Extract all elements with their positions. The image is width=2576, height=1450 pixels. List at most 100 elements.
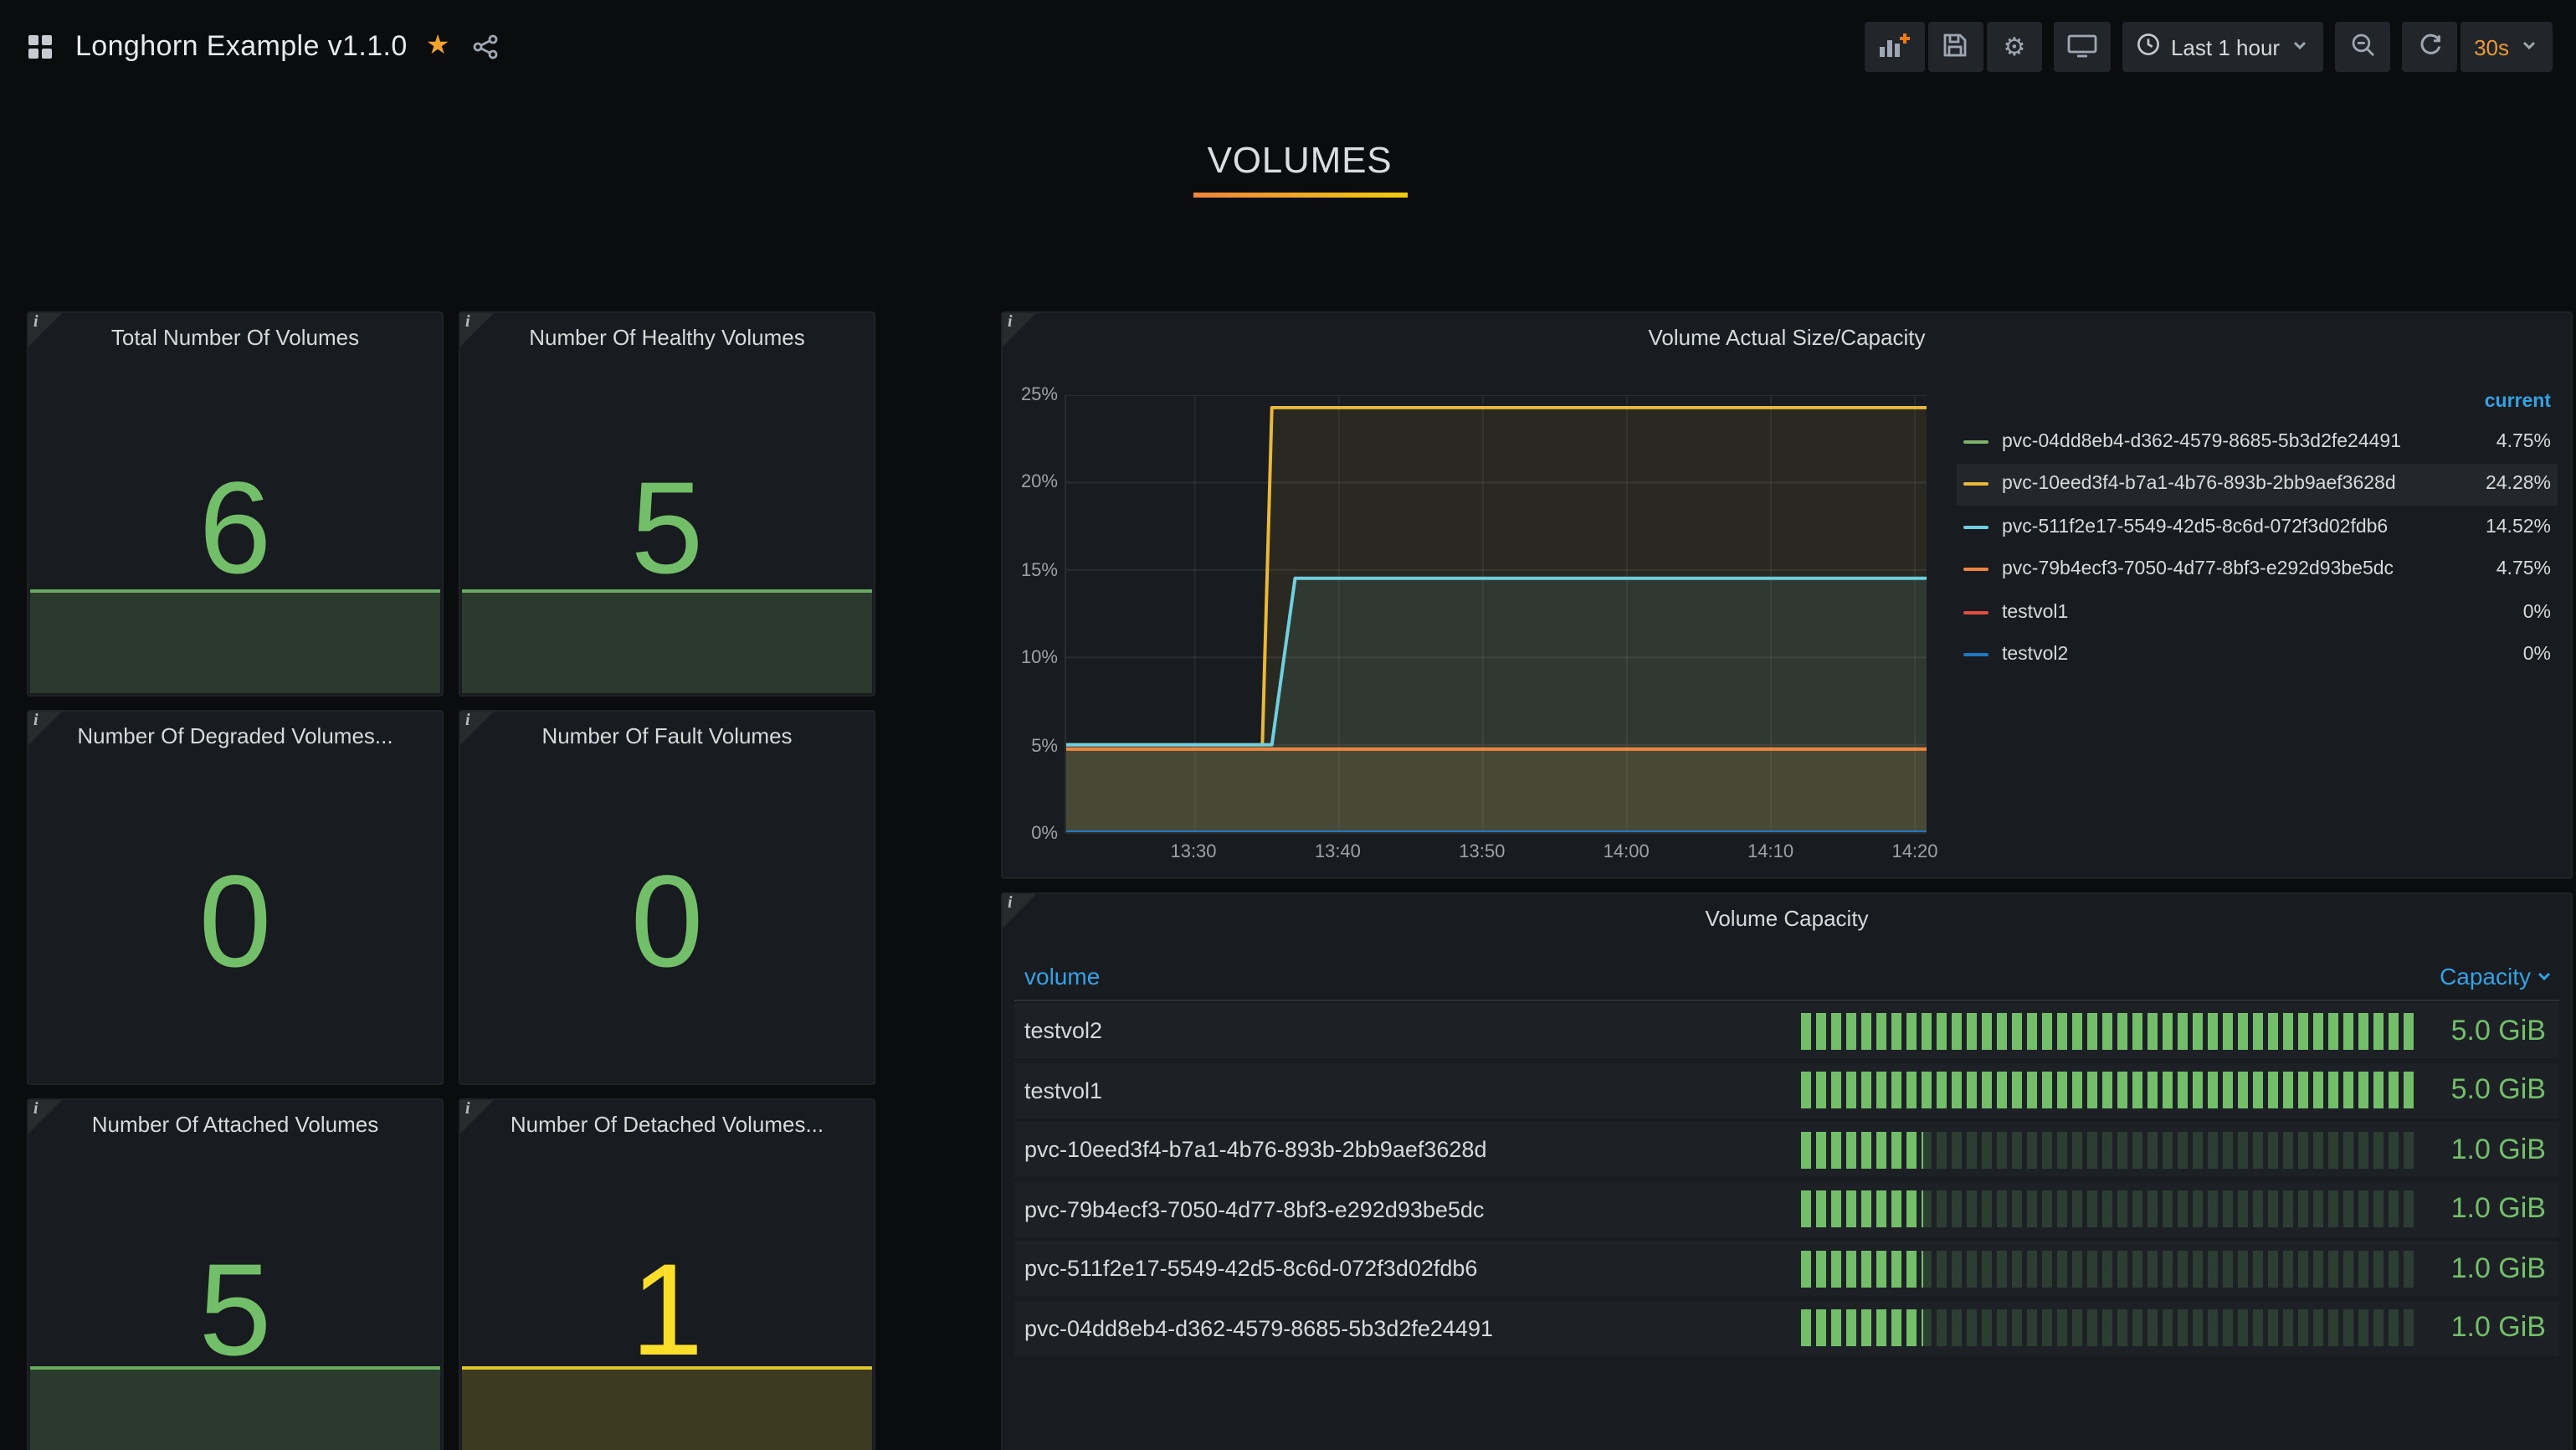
legend-series-name[interactable]: pvc-10eed3f4-b7a1-4b76-893b-2bb9aef3628d	[2002, 475, 2396, 495]
legend-row: pvc-04dd8eb4-d362-4579-8685-5b3d2fe24491…	[1957, 420, 2558, 463]
refresh-interval-label: 30s	[2474, 34, 2509, 59]
table-row: testvol2 5.0 GiB	[1014, 1003, 2559, 1058]
apps-grid-icon[interactable]	[23, 30, 57, 64]
panel-title[interactable]: Number Of Healthy Volumes	[460, 313, 874, 360]
share-dashboard-icon[interactable]	[468, 30, 501, 64]
stat-panel-degraded-volumes: i Number Of Degraded Volumes... 0	[27, 710, 444, 1085]
panel-title[interactable]: Total Number Of Volumes	[28, 313, 442, 360]
capacity-value-cell: 5.0 GiB	[2414, 1073, 2559, 1107]
table-body: testvol25.0 GiBtestvol15.0 GiBpvc-10eed3…	[1014, 1003, 2559, 1360]
capacity-value-cell: 5.0 GiB	[2414, 1014, 2559, 1047]
legend-current-column-header[interactable]: current	[1957, 383, 2558, 420]
panel-title[interactable]: Volume Capacity	[1003, 894, 2571, 941]
legend-current-value: 4.75%	[2480, 432, 2551, 452]
y-axis-tick-label: 5%	[1006, 736, 1058, 756]
legend-series-name[interactable]: testvol2	[2002, 645, 2068, 666]
series-color-icon	[1963, 440, 1988, 444]
table-header-row: volume Capacity	[1014, 953, 2559, 1001]
stat-panel-attached-volumes: i Number Of Attached Volumes 5	[27, 1098, 444, 1450]
legend-current-value: 24.28%	[2469, 475, 2551, 495]
panel-title[interactable]: Number Of Degraded Volumes...	[28, 712, 442, 758]
table-row: pvc-04dd8eb4-d362-4579-8685-5b3d2fe24491…	[1014, 1300, 2559, 1355]
capacity-led-gauge-fill	[1801, 1250, 1923, 1287]
capacity-value-cell: 1.0 GiB	[2414, 1252, 2559, 1285]
legend-series-name[interactable]: testvol1	[2002, 603, 2068, 623]
time-range-picker[interactable]: Last 1 hour	[2122, 22, 2323, 72]
legend-series-name[interactable]: pvc-511f2e17-5549-42d5-8c6d-072f3d02fdb6	[2002, 517, 2388, 537]
add-panel-button[interactable]	[1865, 22, 1925, 72]
save-dashboard-icon	[1942, 31, 1969, 63]
zoom-out-time-button[interactable]	[2335, 22, 2390, 72]
dashboard-settings-button[interactable]: ⚙	[1987, 22, 2042, 72]
panel-title[interactable]: Number Of Fault Volumes	[460, 712, 874, 758]
save-dashboard-button[interactable]	[1928, 22, 1983, 72]
volume-name-cell: testvol2	[1014, 1018, 1801, 1043]
y-axis-tick-label: 0%	[1006, 824, 1058, 844]
legend-current-value: 0%	[2507, 603, 2551, 623]
panel-info-icon[interactable]: i	[1003, 313, 1036, 347]
cycle-view-mode-button[interactable]	[2054, 22, 2111, 72]
refresh-group: 30s	[2402, 22, 2553, 72]
stat-panel-fault-volumes: i Number Of Fault Volumes 0	[459, 710, 875, 1085]
legend-series-name[interactable]: pvc-04dd8eb4-d362-4579-8685-5b3d2fe24491	[2002, 432, 2401, 452]
section-heading-volumes: VOLUMES	[27, 139, 2573, 183]
x-axis-tick-label: 14:00	[1584, 842, 1668, 862]
table-row: pvc-10eed3f4-b7a1-4b76-893b-2bb9aef3628d…	[1014, 1122, 2559, 1177]
stat-sparkline	[30, 1366, 440, 1450]
panel-info-icon[interactable]: i	[460, 313, 494, 347]
chevron-down-icon	[2290, 34, 2310, 59]
series-color-icon	[1963, 483, 1988, 486]
panel-volume-actual-size-capacity: i Volume Actual Size/Capacity current pv…	[1001, 311, 2573, 879]
legend-row: pvc-79b4ecf3-7050-4d77-8bf3-e292d93be5dc…	[1957, 548, 2558, 591]
dashboard-actions-group: ⚙	[1865, 22, 2042, 72]
panel-title[interactable]: Number Of Detached Volumes...	[460, 1100, 874, 1147]
stat-panel-detached-volumes: i Number Of Detached Volumes... 1	[459, 1098, 875, 1450]
panel-info-icon[interactable]: i	[460, 1100, 494, 1134]
capacity-led-gauge	[1801, 1072, 2414, 1108]
stat-panels-grid: i Total Number Of Volumes 6 i Number Of …	[27, 311, 875, 1450]
capacity-value-cell: 1.0 GiB	[2414, 1192, 2559, 1226]
refresh-interval-picker[interactable]: 30s	[2461, 22, 2553, 72]
capacity-led-gauge	[1801, 1131, 2414, 1168]
legend-rows: pvc-04dd8eb4-d362-4579-8685-5b3d2fe24491…	[1957, 420, 2558, 676]
panel-volume-capacity: i Volume Capacity volume Capacity testvo…	[1001, 892, 2573, 1450]
stat-sparkline	[30, 589, 440, 693]
legend-row: testvol20%	[1957, 634, 2558, 676]
panel-info-icon[interactable]: i	[460, 712, 494, 745]
panel-info-icon[interactable]: i	[28, 712, 62, 745]
stat-sparkline	[462, 589, 872, 693]
refresh-icon	[2416, 31, 2443, 63]
grafana-dashboard: Longhorn Example v1.1.0 ★ ⚙	[0, 0, 2576, 1450]
capacity-value-cell: 1.0 GiB	[2414, 1133, 2559, 1166]
capacity-led-gauge	[1801, 1190, 2414, 1227]
y-axis-tick-label: 20%	[1006, 473, 1058, 493]
legend-series-name[interactable]: pvc-79b4ecf3-7050-4d77-8bf3-e292d93be5dc	[2002, 560, 2394, 580]
chevron-down-icon	[2519, 34, 2539, 59]
refresh-button[interactable]	[2402, 22, 2457, 72]
time-range-label: Last 1 hour	[2171, 34, 2280, 59]
panel-title[interactable]: Number Of Attached Volumes	[28, 1100, 442, 1147]
x-axis-tick-label: 13:40	[1296, 842, 1379, 862]
x-axis-tick-label: 13:50	[1440, 842, 1524, 862]
stat-panel-total-volumes: i Total Number Of Volumes 6	[27, 311, 444, 697]
zoom-out-icon	[2349, 31, 2376, 63]
panel-info-icon[interactable]: i	[28, 313, 62, 347]
stat-value: 0	[460, 758, 874, 1083]
column-header-capacity[interactable]: Capacity	[2440, 963, 2559, 990]
legend-row: testvol1 0%	[1957, 591, 2558, 634]
panel-info-icon[interactable]: i	[1003, 894, 1036, 928]
gear-icon: ⚙	[2004, 34, 2026, 59]
y-axis-tick-label: 15%	[1006, 561, 1058, 581]
x-axis-tick-label: 14:10	[1729, 842, 1813, 862]
favorite-star-icon[interactable]: ★	[426, 33, 450, 60]
column-header-volume[interactable]: volume	[1014, 963, 1100, 990]
panel-info-icon[interactable]: i	[28, 1100, 62, 1134]
volume-name-cell: pvc-04dd8eb4-d362-4579-8685-5b3d2fe24491	[1014, 1315, 1801, 1340]
stat-panel-healthy-volumes: i Number Of Healthy Volumes 5	[459, 311, 875, 697]
panel-title[interactable]: Volume Actual Size/Capacity	[1003, 313, 2571, 360]
volume-name-cell: pvc-511f2e17-5549-42d5-8c6d-072f3d02fdb6	[1014, 1256, 1801, 1281]
capacity-value-cell: 1.0 GiB	[2414, 1311, 2559, 1345]
sort-desc-chevron-icon	[2536, 963, 2553, 990]
time-series-plot-area[interactable]	[1065, 395, 1927, 834]
legend-row: pvc-511f2e17-5549-42d5-8c6d-072f3d02fdb6…	[1957, 506, 2558, 548]
